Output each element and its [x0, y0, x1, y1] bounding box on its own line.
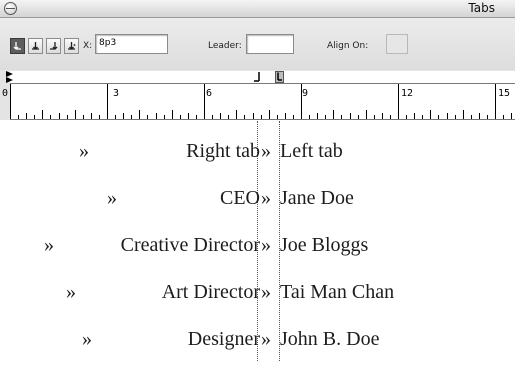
- palette-title: Tabs: [468, 1, 495, 15]
- center-justified-tab-button[interactable]: [28, 38, 43, 54]
- tab-marker: »: [261, 281, 271, 303]
- tab-marker: »: [261, 140, 271, 162]
- align-to-decimal-tab-icon: [68, 42, 76, 50]
- align-to-decimal-tab-button[interactable]: [64, 38, 79, 54]
- ruler-number: 9: [302, 88, 309, 99]
- table-row: » CEO » Jane Doe: [0, 187, 515, 227]
- tab-marker: »: [44, 234, 54, 256]
- tab-marker: »: [261, 328, 271, 350]
- tab-ruler-area: 0 3 6 9 12 15: [0, 71, 515, 120]
- right-justified-tab-icon: [50, 42, 58, 50]
- leader-field[interactable]: [246, 34, 294, 54]
- center-justified-tab-icon: [32, 42, 39, 50]
- document-area[interactable]: » Right tab » Left tab » CEO » Jane Doe …: [0, 121, 515, 361]
- align-on-field: [386, 34, 408, 54]
- right-column-text: Jane Doe: [280, 187, 354, 209]
- table-row: » Creative Director » Joe Bloggs: [0, 234, 515, 274]
- left-justified-tab-button[interactable]: [10, 38, 25, 54]
- left-column-text: Art Director: [161, 281, 260, 303]
- right-column-text: Joe Bloggs: [280, 234, 369, 256]
- ruler-number: 15: [498, 88, 511, 99]
- table-row: » Right tab » Left tab: [0, 140, 515, 180]
- right-column-text: John B. Doe: [280, 328, 380, 350]
- align-on-label: Align On:: [327, 41, 369, 51]
- tab-marker: »: [66, 281, 76, 303]
- left-column-text: Right tab: [186, 140, 260, 162]
- tab-marker: »: [107, 187, 117, 209]
- left-tab-stop-selected-icon[interactable]: [275, 71, 284, 83]
- right-column-text: Left tab: [280, 140, 343, 162]
- collapse-icon[interactable]: [4, 2, 17, 15]
- palette-titlebar[interactable]: Tabs: [0, 0, 515, 18]
- tab-marker: »: [261, 234, 271, 256]
- x-label: X:: [83, 41, 93, 51]
- right-column-text: Tai Man Chan: [280, 281, 395, 303]
- ruler-number: 3: [113, 88, 120, 99]
- left-column-text: Designer: [187, 328, 260, 350]
- left-indent-marker-icon[interactable]: [6, 71, 14, 83]
- left-justified-tab-icon: [13, 42, 21, 50]
- ruler-number: 6: [206, 88, 213, 99]
- ruler-number: 0: [2, 88, 9, 99]
- table-row: » Art Director » Tai Man Chan: [0, 281, 515, 321]
- tab-marker: »: [82, 328, 92, 350]
- ruler[interactable]: 0 3 6 9 12 15: [2, 84, 515, 120]
- right-justified-tab-button[interactable]: [46, 38, 61, 54]
- left-column-text: CEO: [220, 187, 260, 209]
- tab-marker: »: [261, 187, 271, 209]
- tabs-palette: Tabs X: 8p3 Leader: Align On: 0 3 6 9 12…: [0, 0, 515, 120]
- right-tab-stop-icon[interactable]: [254, 72, 262, 82]
- x-position-field[interactable]: 8p3: [95, 34, 168, 54]
- leader-label: Leader:: [208, 41, 242, 51]
- left-column-text: Creative Director: [120, 234, 260, 256]
- tab-marker: »: [79, 140, 89, 162]
- palette-toolbar: X: 8p3 Leader: Align On:: [0, 18, 515, 70]
- ruler-number: 12: [401, 88, 414, 99]
- table-row: » Designer » John B. Doe: [0, 328, 515, 368]
- tab-stop-strip[interactable]: [6, 71, 515, 84]
- ruler-ticks: [10, 84, 512, 119]
